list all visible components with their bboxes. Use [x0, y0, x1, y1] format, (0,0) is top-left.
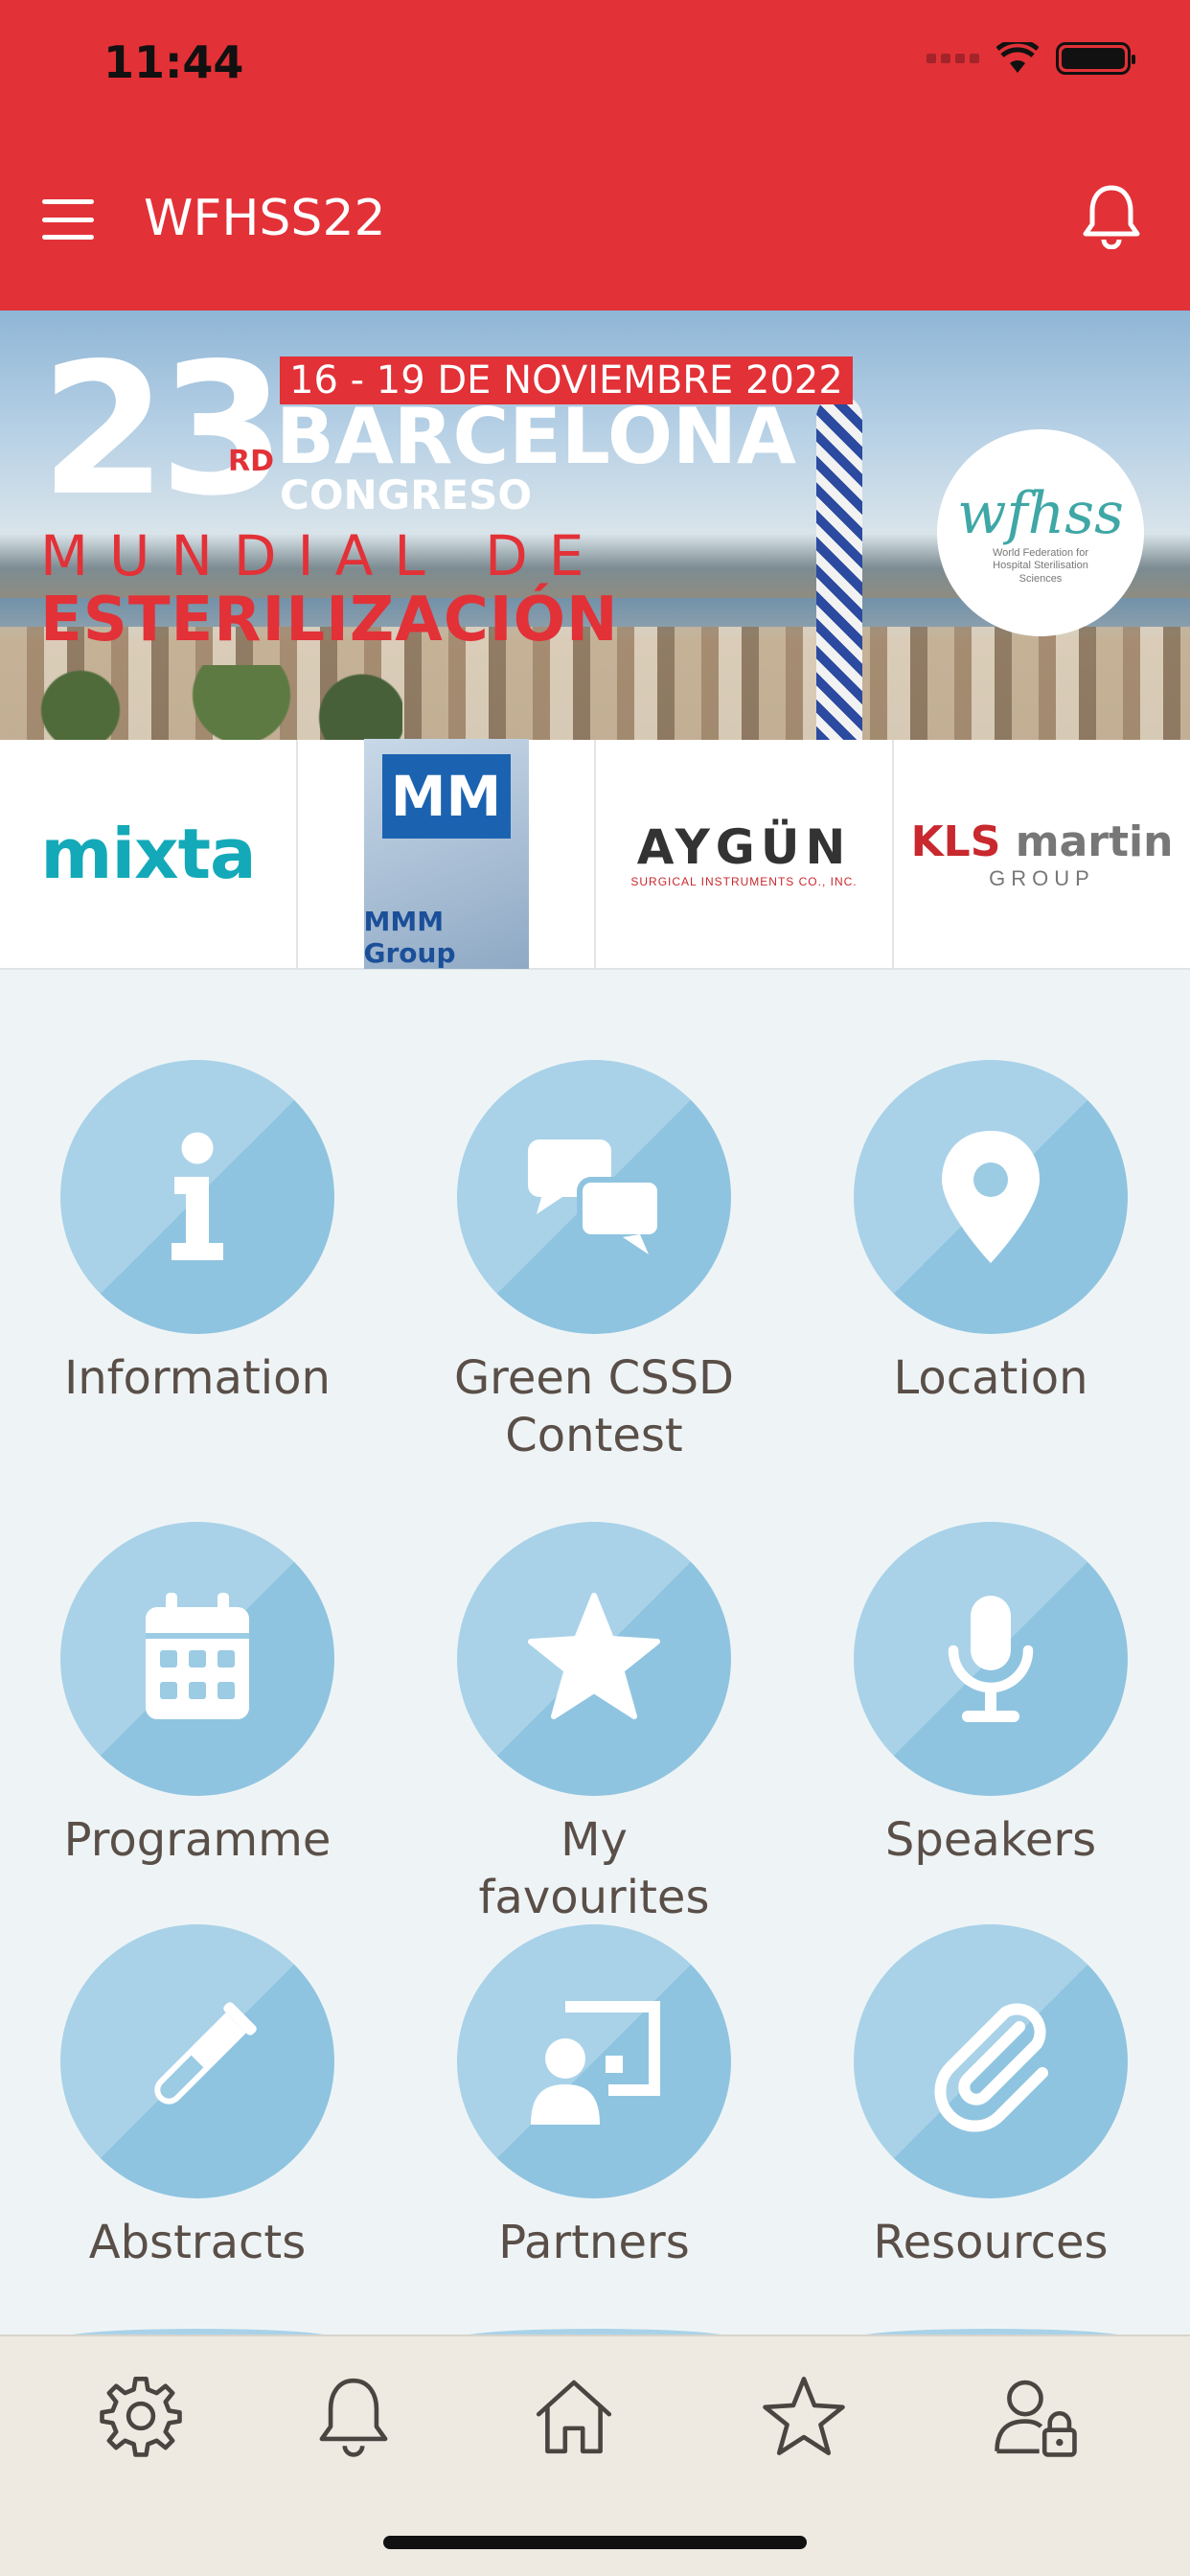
cellular-signal-icon [927, 54, 979, 63]
status-time: 11:44 [103, 36, 244, 88]
tile-label: Green CSSD Contest [453, 1351, 735, 1462]
tile-label: My favourites [478, 1813, 710, 1924]
resources-circle [854, 1924, 1128, 2198]
tile-resources[interactable]: Resources [837, 1924, 1144, 2271]
nav-settings[interactable] [88, 2363, 194, 2469]
bell-icon [319, 2378, 388, 2457]
tile-label: Programme [63, 1813, 332, 1867]
tile-abstracts[interactable]: Abstracts [44, 1924, 351, 2271]
sponsor-kls-martin[interactable]: KLS martin GROUP [892, 740, 1190, 968]
banner-line2: ESTERILIZACIÓN [40, 585, 619, 656]
sponsor-mmm-group[interactable]: MM MMM Group [296, 739, 594, 969]
tile-location[interactable]: Location [837, 1060, 1144, 1407]
banner-congreso: CONGRESO [280, 472, 533, 518]
tile-my-favourites[interactable]: My favourites [441, 1522, 747, 1926]
gaudi-tower-image [816, 395, 862, 740]
banner-edition: 23 [40, 324, 286, 536]
tile-label: Resources [873, 2216, 1109, 2269]
sponsor-mixta[interactable]: mixta [0, 740, 296, 968]
chat-icon [528, 1139, 663, 1254]
banner-city: BARCELONA [276, 392, 796, 481]
mmm-group-logo: MM MMM Group [363, 739, 529, 969]
nav-home[interactable] [521, 2363, 627, 2469]
favourites-circle [457, 1522, 731, 1796]
nav-favourites[interactable] [751, 2363, 857, 2469]
star-icon [763, 2377, 845, 2455]
calendar-icon [146, 1593, 249, 1719]
home-indicator[interactable] [383, 2536, 807, 2549]
battery-icon [1056, 42, 1135, 75]
mixta-logo: mixta [40, 814, 256, 894]
partners-circle [457, 1924, 731, 2198]
microphone-icon [948, 1596, 1034, 1722]
tile-speakers[interactable]: Speakers [837, 1522, 1144, 1869]
tile-label: Partners [498, 2216, 690, 2269]
banner-line1: MUNDIAL DE [40, 523, 606, 588]
wfhss-logo: wfhss World Federation for Hospital Ster… [937, 429, 1144, 636]
tile-programme[interactable]: Programme [44, 1522, 351, 1869]
test-tube-icon [154, 2002, 257, 2104]
wifi-icon [996, 42, 1039, 73]
paperclip-icon [934, 2003, 1048, 2132]
tile-label: Information [64, 1351, 331, 1405]
home-icon [536, 2380, 612, 2454]
sponsor-aygun[interactable]: AYGÜN SURGICAL INSTRUMENTS CO., INC. [594, 740, 892, 968]
speakers-circle [854, 1522, 1128, 1796]
info-icon [172, 1132, 223, 1260]
notifications-bell-icon[interactable] [1081, 182, 1142, 249]
green-cssd-circle [457, 1060, 731, 1334]
congress-banner[interactable]: 23 RD 16 - 19 DE NOVIEMBRE 2022 BARCELON… [0, 310, 1190, 740]
menu-button[interactable] [42, 199, 94, 240]
kls-martin-logo: KLS martin GROUP [910, 816, 1174, 890]
nav-notifications[interactable] [301, 2363, 406, 2469]
abstracts-circle [60, 1924, 334, 2198]
location-circle [854, 1060, 1128, 1334]
tile-information[interactable]: Information [44, 1060, 351, 1407]
star-icon [528, 1593, 660, 1719]
tile-label: Speakers [884, 1813, 1097, 1867]
app-title: WFHSS22 [144, 190, 386, 247]
aygun-logo: AYGÜN SURGICAL INSTRUMENTS CO., INC. [630, 819, 858, 888]
map-pin-icon [942, 1131, 1040, 1263]
user-lock-icon [995, 2380, 1077, 2457]
presentation-icon [531, 2001, 660, 2125]
tile-green-cssd-contest[interactable]: Green CSSD Contest [441, 1060, 747, 1464]
banner-ordinal: RD [228, 445, 275, 478]
information-circle [60, 1060, 334, 1334]
tile-partners[interactable]: Partners [441, 1924, 747, 2271]
app-header: 11:44 WFHSS22 [0, 0, 1190, 310]
tile-label: Abstracts [88, 2216, 307, 2269]
programme-circle [60, 1522, 334, 1796]
status-icons [927, 42, 1135, 75]
nav-account[interactable] [983, 2363, 1088, 2469]
tile-label: Location [893, 1351, 1088, 1405]
sponsor-strip: mixta MM MMM Group AYGÜN SURGICAL INSTRU… [0, 739, 1190, 970]
gear-icon [100, 2377, 182, 2457]
